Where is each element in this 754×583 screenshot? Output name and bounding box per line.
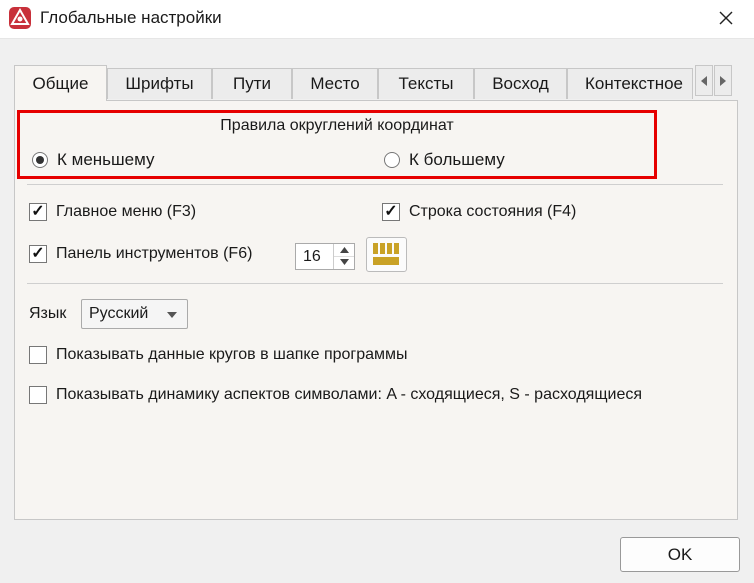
radio-round-lower-label: К меньшему xyxy=(57,150,155,169)
tab-label: Восход xyxy=(492,74,549,93)
chevron-down-icon xyxy=(167,312,177,318)
language-value: Русский xyxy=(89,305,149,322)
tab-scroll-right-button[interactable] xyxy=(714,65,732,96)
radio-button[interactable] xyxy=(384,152,400,168)
tab-texts[interactable]: Тексты xyxy=(378,68,474,99)
status-bar-checkbox-row[interactable]: ✓ Строка состояния (F4) xyxy=(382,203,576,221)
tab-label: Место xyxy=(310,74,360,93)
title-bar: Глобальные настройки xyxy=(0,0,754,39)
divider xyxy=(27,184,723,185)
show-circles-label: Показывать данные кругов в шапке програм… xyxy=(56,346,408,363)
tab-label: Пути xyxy=(232,74,271,93)
close-icon xyxy=(719,11,733,25)
toolbar-label: Панель инструментов (F6) xyxy=(56,245,253,262)
chevron-down-icon xyxy=(339,259,349,265)
main-menu-checkbox[interactable]: ✓ xyxy=(29,203,47,221)
tab-sunrise[interactable]: Восход xyxy=(474,68,567,99)
close-button[interactable] xyxy=(706,2,746,34)
tab-paths[interactable]: Пути xyxy=(212,68,292,99)
show-circles-checkbox-row[interactable]: Показывать данные кругов в шапке програм… xyxy=(29,346,408,364)
show-aspects-checkbox[interactable] xyxy=(29,386,47,404)
show-aspects-label: Показывать динамику аспектов символами: … xyxy=(56,386,642,403)
toolbar-size-value: 16 xyxy=(303,248,321,265)
main-menu-label: Главное меню (F3) xyxy=(56,203,197,220)
language-label: Язык xyxy=(29,305,67,322)
status-bar-checkbox[interactable]: ✓ xyxy=(382,203,400,221)
arrow-left-icon xyxy=(701,75,707,86)
show-aspects-checkbox-row[interactable]: Показывать динамику аспектов символами: … xyxy=(29,386,642,404)
toolbar-checkbox[interactable]: ✓ xyxy=(29,245,47,263)
tab-label: Контекстное xyxy=(585,74,684,93)
status-bar-label: Строка состояния (F4) xyxy=(409,203,577,220)
tab-label: Шрифты xyxy=(125,74,194,93)
chevron-up-icon xyxy=(339,247,349,253)
tab-context[interactable]: Контекстное xyxy=(567,68,693,99)
radio-round-higher-label: К большему xyxy=(409,150,505,169)
window-title: Глобальные настройки xyxy=(40,8,222,27)
grid-layout-icon xyxy=(373,243,399,265)
show-circles-checkbox[interactable] xyxy=(29,346,47,364)
tab-bar: Общие Шрифты Пути Место Тексты Восход Ко… xyxy=(14,65,732,101)
arrow-right-icon xyxy=(720,75,726,86)
general-tab-panel: Правила округлений координат К меньшему … xyxy=(14,100,738,520)
toolbar-size-spinbox[interactable]: 16 xyxy=(295,243,355,270)
toolbar-checkbox-row[interactable]: ✓ Панель инструментов (F6) xyxy=(29,245,252,263)
spin-down-button[interactable] xyxy=(334,256,354,268)
tab-scroll-left-button[interactable] xyxy=(695,65,713,96)
radio-round-lower[interactable]: К меньшему xyxy=(32,150,154,170)
rounding-rules-title: Правила округлений координат xyxy=(220,117,454,134)
main-menu-checkbox-row[interactable]: ✓ Главное меню (F3) xyxy=(29,203,196,221)
toolbar-layout-button[interactable] xyxy=(366,237,407,272)
tab-label: Тексты xyxy=(398,74,454,93)
language-dropdown[interactable]: Русский xyxy=(81,299,188,329)
radio-round-higher[interactable]: К большему xyxy=(384,150,505,170)
radio-button-checked[interactable] xyxy=(32,152,48,168)
ok-button[interactable]: OK xyxy=(620,537,740,572)
divider xyxy=(27,283,723,284)
tab-place[interactable]: Место xyxy=(292,68,378,99)
tab-fonts[interactable]: Шрифты xyxy=(107,68,212,99)
tab-general[interactable]: Общие xyxy=(14,65,107,101)
rounding-rules-group: Правила округлений координат К меньшему … xyxy=(17,110,657,179)
app-icon xyxy=(9,7,31,29)
spin-buttons xyxy=(333,244,354,269)
tab-label: Общие xyxy=(32,73,89,93)
